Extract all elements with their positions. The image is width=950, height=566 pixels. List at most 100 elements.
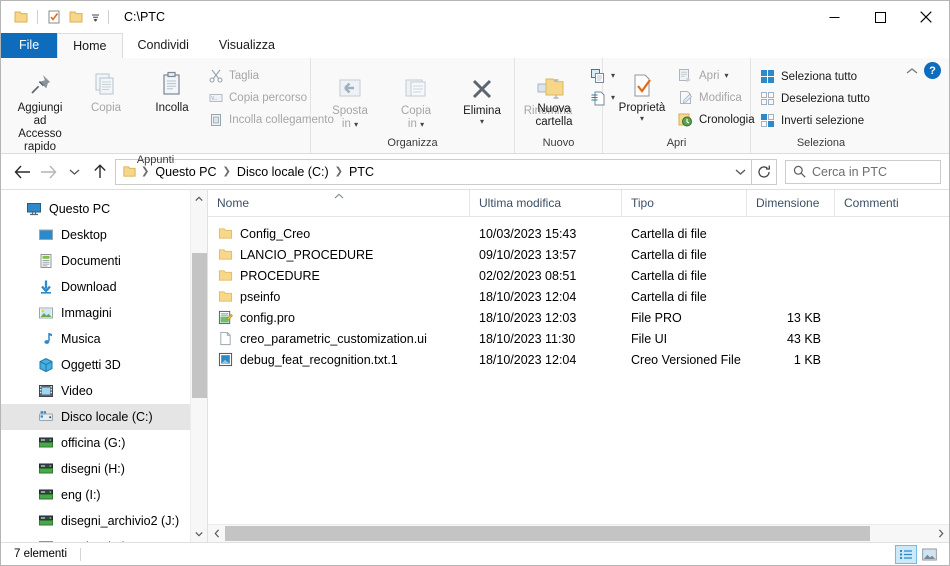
sidebar-item-video[interactable]: Video: [1, 378, 190, 404]
sidebar-label-immagini: Immagini: [61, 306, 112, 320]
column-header-ultima-modifica[interactable]: Ultima modifica: [470, 190, 622, 216]
properties-icon[interactable]: [43, 6, 65, 28]
history-button[interactable]: Cronologia: [675, 109, 760, 130]
tab-visualizza[interactable]: Visualizza: [204, 33, 290, 58]
table-row[interactable]: PROCEDURE 02/02/2023 08:51 Cartella di f…: [208, 265, 949, 286]
address-dropdown-chevron-down-icon[interactable]: [729, 161, 751, 183]
hscroll-right-button[interactable]: [932, 525, 949, 542]
cut-label: Taglia: [229, 69, 260, 82]
table-row[interactable]: Config_Creo 10/03/2023 15:43 Cartella di…: [208, 223, 949, 244]
sidebar-item-garniga-k[interactable]: garniga (K:): [1, 534, 190, 542]
table-row[interactable]: creo_parametric_customization.ui 18/10/2…: [208, 328, 949, 349]
open-button[interactable]: Apri ▾: [675, 65, 760, 86]
copy-icon: [91, 66, 121, 100]
sidebar-item-eng-i[interactable]: eng (I:): [1, 482, 190, 508]
column-header-commenti[interactable]: Commenti: [835, 190, 920, 216]
blank-file-icon: [217, 331, 233, 347]
properties-button[interactable]: Proprietà ▾: [609, 63, 675, 123]
help-icon[interactable]: ?: [924, 62, 941, 79]
breadcrumb-item-ptc[interactable]: PTC: [344, 165, 379, 179]
ribbon-group-nuovo: Nuova cartella ▾ ▾ Nuovo: [515, 58, 615, 153]
refresh-button[interactable]: [752, 158, 777, 185]
cell-name[interactable]: LANCIO_PROCEDURE: [208, 247, 470, 263]
column-header-dimensione[interactable]: Dimensione: [747, 190, 835, 216]
folder-icon[interactable]: [10, 6, 32, 28]
maximize-button[interactable]: [857, 1, 903, 33]
sidebar-scrollbar[interactable]: [190, 190, 207, 542]
tab-home[interactable]: Home: [57, 33, 123, 58]
deselect-all-button[interactable]: Deseleziona tutto: [757, 88, 875, 109]
delete-button[interactable]: Elimina ▾: [449, 66, 515, 126]
edit-button[interactable]: Modifica: [675, 87, 760, 108]
tab-file[interactable]: File: [1, 33, 58, 58]
table-row[interactable]: debug_feat_recognition.txt.1 18/10/2023 …: [208, 349, 949, 370]
sidebar-item-questo-pc[interactable]: Questo PC: [1, 196, 190, 222]
close-button[interactable]: [903, 1, 949, 33]
sidebar-item-musica[interactable]: Musica: [1, 326, 190, 352]
sidebar-item-documenti[interactable]: Documenti: [1, 248, 190, 274]
hscroll-left-button[interactable]: [208, 525, 225, 542]
tab-condividi[interactable]: Condividi: [123, 33, 204, 58]
hscroll-thumb[interactable]: [225, 526, 870, 541]
new-folder-label-1: Nuova: [537, 103, 571, 115]
cell-name[interactable]: pseinfo: [208, 289, 470, 305]
cell-name[interactable]: debug_feat_recognition.txt.1: [208, 352, 470, 368]
item-count: 7 elementi: [14, 548, 68, 560]
new-folder-label-2: cartella: [535, 116, 573, 128]
file-name: PROCEDURE: [240, 268, 320, 283]
properties-icon: [628, 66, 656, 100]
sidebar-label-disegni-archivio2-j: disegni_archivio2 (J:): [61, 514, 180, 528]
explorer-window: C:\PTC File Home Condividi Visualizza Ag…: [0, 0, 950, 566]
column-header-nome[interactable]: Nome: [208, 190, 470, 216]
breadcrumb-separator-2[interactable]: ❯: [334, 166, 344, 177]
select-all-button[interactable]: Seleziona tutto: [757, 66, 875, 87]
file-list-horizontal-scrollbar[interactable]: [208, 524, 949, 542]
hscroll-track[interactable]: [225, 525, 932, 542]
copy-to-button[interactable]: Copia in ▾: [383, 66, 449, 131]
table-row[interactable]: LANCIO_PROCEDURE 09/10/2023 13:57 Cartel…: [208, 244, 949, 265]
invert-selection-button[interactable]: Inverti selezione: [757, 110, 875, 131]
details-view-button[interactable]: [895, 544, 917, 564]
cell-name[interactable]: PROCEDURE: [208, 268, 470, 284]
sidebar-label-download: Download: [61, 280, 117, 294]
table-row[interactable]: pseinfo 18/10/2023 12:04 Cartella di fil…: [208, 286, 949, 307]
sidebar-scroll-thumb[interactable]: [191, 253, 207, 398]
sidebar-item-disegni-archivio2-j[interactable]: disegni_archivio2 (J:): [1, 508, 190, 534]
copy-label: Copia: [90, 102, 122, 114]
new-folder-icon[interactable]: [65, 6, 87, 28]
delete-caret-icon[interactable]: ▾: [480, 118, 484, 126]
cell-type: File PRO: [631, 310, 682, 325]
sidebar-item-immagini[interactable]: Immagini: [1, 300, 190, 326]
sidebar-item-officina-g[interactable]: officina (G:): [1, 430, 190, 456]
large-icons-view-button[interactable]: [918, 545, 940, 564]
documents-icon: [37, 253, 54, 270]
minimize-button[interactable]: [811, 1, 857, 33]
search-input[interactable]: Cerca in PTC: [785, 159, 941, 184]
sidebar-item-disco-locale-c[interactable]: Disco locale (C:): [1, 404, 190, 430]
cell-name[interactable]: config.pro: [208, 310, 470, 326]
table-row[interactable]: config.pro 18/10/2023 12:03 File PRO 13 …: [208, 307, 949, 328]
open-caret-icon[interactable]: ▾: [724, 72, 728, 80]
sidebar-scroll-up-button[interactable]: [191, 190, 208, 207]
properties-caret-icon[interactable]: ▾: [640, 115, 644, 123]
paste-button[interactable]: Incolla: [139, 63, 205, 115]
sidebar-scroll-down-button[interactable]: [191, 525, 208, 542]
status-bar: 7 elementi: [1, 542, 949, 565]
column-headers: Nome Ultima modifica Tipo Dimensione Com…: [208, 190, 949, 217]
copy-button[interactable]: Copia: [73, 63, 139, 115]
cell-name[interactable]: creo_parametric_customization.ui: [208, 331, 470, 347]
pin-to-quick-access-button[interactable]: Aggiungi ad Accesso rapido: [7, 63, 73, 154]
sidebar-scroll-track[interactable]: [191, 207, 208, 525]
new-folder-button[interactable]: Nuova cartella: [521, 64, 587, 129]
move-to-button[interactable]: Sposta in ▾: [317, 66, 383, 131]
customize-qat-chevron-down-icon[interactable]: [87, 6, 103, 28]
cell-type: Cartella di file: [631, 226, 707, 241]
sidebar-item-desktop[interactable]: Desktop: [1, 222, 190, 248]
select-all-label: Seleziona tutto: [781, 70, 858, 83]
collapse-ribbon-button[interactable]: [906, 62, 918, 78]
cell-name[interactable]: Config_Creo: [208, 226, 470, 242]
sidebar-item-download[interactable]: Download: [1, 274, 190, 300]
column-header-tipo[interactable]: Tipo: [622, 190, 747, 216]
sidebar-item-oggetti-3d[interactable]: Oggetti 3D: [1, 352, 190, 378]
sidebar-item-disegni-h[interactable]: disegni (H:): [1, 456, 190, 482]
